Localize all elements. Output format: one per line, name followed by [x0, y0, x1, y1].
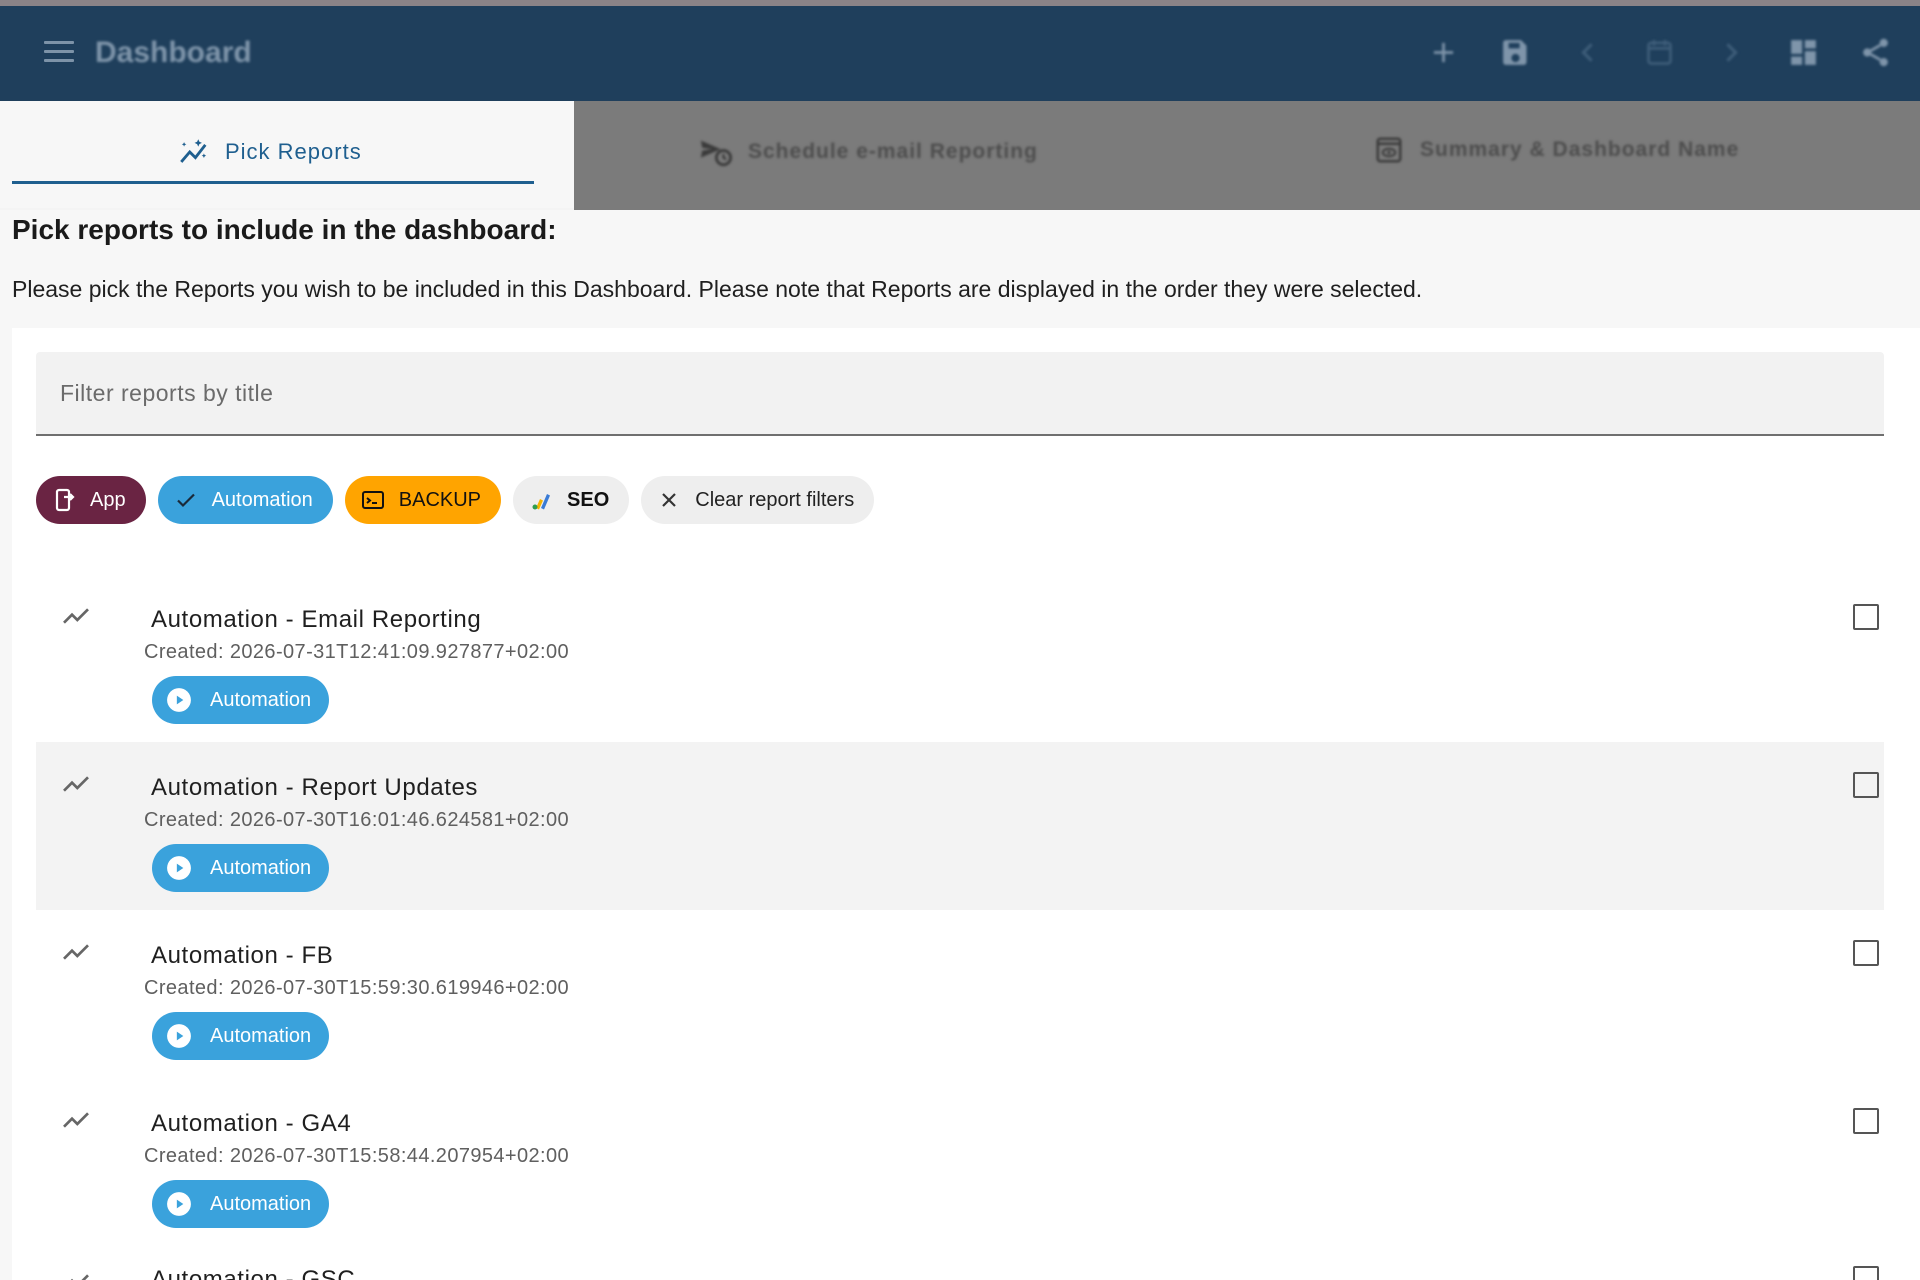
report-tag-label: Automation: [210, 688, 312, 711]
filter-input[interactable]: [36, 352, 1884, 434]
trending-icon: [63, 608, 89, 624]
filter-field: [36, 352, 1884, 436]
report-title: Automation - FB: [151, 942, 334, 969]
report-created: Created: 2026-07-30T15:59:30.619946+02:0…: [144, 977, 570, 999]
add-icon[interactable]: [1427, 36, 1460, 69]
chip-label: SEO: [567, 488, 610, 511]
section-description: Please pick the Reports you wish to be i…: [12, 276, 1423, 302]
share-icon[interactable]: [1859, 36, 1892, 69]
tab-label: Summary & Dashboard Name: [1420, 138, 1740, 161]
trending-icon: [63, 944, 89, 960]
terminal-icon: [361, 491, 384, 509]
chip-label: BACKUP: [398, 488, 482, 511]
chip-label: Clear report filters: [695, 488, 855, 511]
report-row[interactable]: Automation - Report Updates Created: 202…: [36, 742, 1884, 910]
app-bar: Dashboard: [0, 6, 1920, 101]
chevron-right-icon[interactable]: [1715, 36, 1748, 69]
report-tag-label: Automation: [210, 856, 312, 879]
tab-strip: Schedule e-mail Reporting Summary & Dash…: [574, 101, 1920, 210]
report-tag: Automation: [152, 1012, 330, 1060]
calendar-icon[interactable]: [1643, 36, 1676, 69]
tab-pick-reports[interactable]: Pick Reports: [0, 101, 574, 208]
chip-automation[interactable]: Automation: [157, 476, 333, 524]
chip-label: Automation: [211, 488, 313, 511]
play-circle-icon: [167, 856, 191, 880]
play-circle-icon: [167, 1024, 191, 1048]
section-heading: Pick reports to include in the dashboard…: [12, 214, 557, 245]
report-row[interactable]: Automation - Email Reporting Created: 20…: [36, 574, 1884, 742]
report-tag: Automation: [152, 1180, 330, 1228]
tab-summary[interactable]: Summary & Dashboard Name: [1374, 135, 1739, 165]
page-title: Dashboard: [95, 36, 252, 69]
report-row[interactable]: Automation - GSC: [36, 1246, 1884, 1280]
close-icon: [662, 493, 677, 507]
active-tab-indicator: [12, 181, 534, 184]
preview-icon: [1376, 137, 1402, 163]
report-created: Created: 2026-07-30T15:58:44.207954+02:0…: [144, 1145, 570, 1167]
toolbar: [1427, 36, 1892, 69]
check-icon: [176, 493, 195, 508]
report-tag: Automation: [152, 676, 330, 724]
report-tag: Automation: [152, 844, 330, 892]
clear-filters-chip[interactable]: Clear report filters: [641, 476, 875, 524]
trending-icon: [63, 1112, 89, 1128]
report-checkbox[interactable]: [1853, 604, 1879, 630]
report-tag-label: Automation: [210, 1024, 312, 1047]
report-row[interactable]: Automation - GA4 Created: 2026-07-30T15:…: [36, 1078, 1884, 1246]
report-created: Created: 2026-07-30T16:01:46.624581+02:0…: [144, 809, 570, 831]
tab-schedule-email[interactable]: Schedule e-mail Reporting: [698, 135, 1038, 169]
chip-seo[interactable]: SEO: [513, 476, 630, 524]
chip-backup[interactable]: BACKUP: [344, 476, 502, 524]
schedule-send-icon: [700, 140, 732, 167]
report-picker-panel: App Automation BACKUP SEO Clear report f…: [12, 328, 1920, 1280]
report-tag-label: Automation: [210, 1192, 312, 1215]
auto-graph-icon: [180, 139, 207, 163]
analytics-icon: [532, 494, 551, 510]
main-content: Pick reports to include in the dashboard…: [0, 210, 1920, 1280]
dashboard-icon[interactable]: [1787, 36, 1820, 69]
play-circle-icon: [167, 1192, 191, 1216]
report-title: Automation - GSC: [151, 1266, 356, 1280]
report-title: Automation - GA4: [151, 1110, 352, 1137]
menu-icon[interactable]: [44, 41, 74, 65]
tab-label: Schedule e-mail Reporting: [748, 140, 1038, 163]
filter-chips: App Automation BACKUP SEO Clear report f…: [36, 476, 875, 524]
report-checkbox[interactable]: [1853, 1108, 1879, 1134]
report-row[interactable]: Automation - FB Created: 2026-07-30T15:5…: [36, 910, 1884, 1078]
trending-icon: [70, 1274, 89, 1280]
report-checkbox[interactable]: [1853, 1266, 1879, 1280]
report-title: Automation - Report Updates: [151, 774, 479, 801]
app-icon: [55, 488, 75, 512]
save-icon[interactable]: [1499, 36, 1532, 69]
report-checkbox[interactable]: [1853, 772, 1879, 798]
chip-app[interactable]: App: [36, 476, 146, 524]
tab-label: Pick Reports: [225, 139, 362, 164]
chip-label: App: [90, 488, 126, 511]
report-checkbox[interactable]: [1853, 940, 1879, 966]
report-title: Automation - Email Reporting: [151, 606, 482, 633]
trending-icon: [63, 776, 89, 792]
report-created: Created: 2026-07-31T12:41:09.927877+02:0…: [144, 641, 570, 663]
play-circle-icon: [167, 688, 191, 712]
chevron-left-icon[interactable]: [1571, 36, 1604, 69]
